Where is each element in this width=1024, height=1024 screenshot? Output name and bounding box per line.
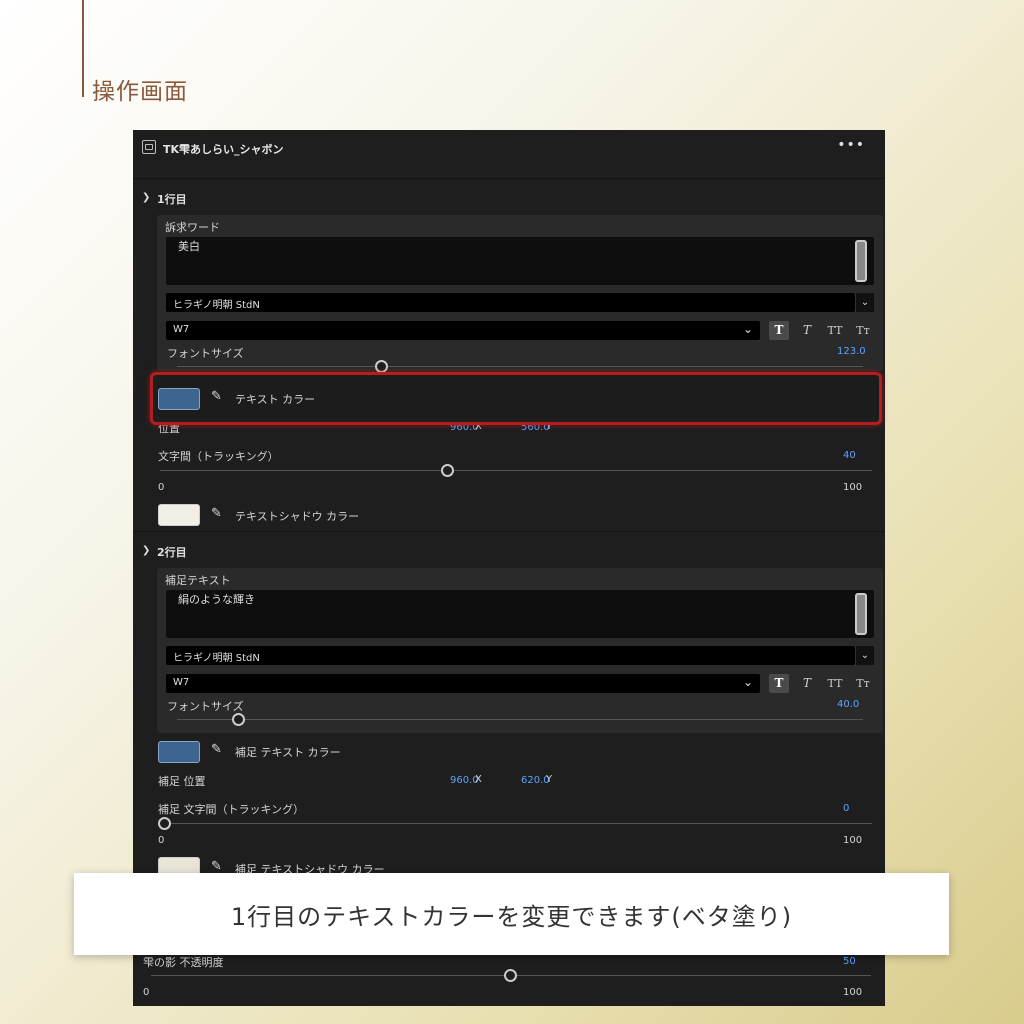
italic-style-button[interactable]: T — [797, 321, 817, 340]
section1-shadow-label: テキストシャドウ カラー — [235, 510, 360, 523]
opacity-label: 雫の影 不透明度 — [143, 956, 224, 969]
section1-scrollbar[interactable] — [855, 240, 867, 282]
y-unit-label: Y — [546, 421, 553, 432]
section2-tracking-slider[interactable] — [158, 817, 171, 830]
section1-tracking-track[interactable] — [160, 470, 872, 471]
section2-tracking-min: 0 — [158, 835, 165, 846]
section2-group-label: 補足テキスト — [165, 574, 231, 587]
small-caps-button[interactable]: Tт — [853, 321, 873, 340]
section2-font-family-dropdown[interactable] — [166, 646, 855, 665]
section1-font-family: ヒラギノ明朝 StdN — [173, 300, 260, 311]
section2-font-weight-dropdown[interactable] — [166, 674, 760, 693]
bold-style-button[interactable]: T — [769, 321, 789, 340]
section1-font-family-dropdown[interactable] — [166, 293, 855, 312]
section2-font-size-slider[interactable] — [232, 713, 245, 726]
divider — [133, 531, 885, 532]
divider — [133, 178, 885, 179]
section1-tracking-label: 文字間（トラッキング） — [158, 450, 279, 463]
panel-title: TK雫あしらい_シャボン — [163, 143, 284, 156]
section1-font-size-label: フォントサイズ — [167, 347, 244, 360]
opacity-min: 0 — [143, 987, 150, 998]
section1-tracking-min: 0 — [158, 482, 165, 493]
section1-shadow-swatch[interactable] — [158, 504, 200, 526]
x-unit-label: X — [475, 774, 482, 785]
section1-header[interactable]: 1行目 — [157, 191, 187, 207]
section2-tracking-track[interactable] — [160, 823, 872, 824]
eyedropper-icon[interactable]: ✎ — [211, 389, 222, 404]
section2-font-size-label: フォントサイズ — [167, 700, 244, 713]
eyedropper-icon[interactable]: ✎ — [211, 506, 222, 521]
section1-font-weight: W7 — [173, 324, 190, 335]
section2-color-label: 補足 テキスト カラー — [235, 746, 341, 759]
page-heading: 操作画面 — [92, 79, 188, 105]
bold-style-button[interactable]: T — [769, 674, 789, 693]
section1-text-input[interactable] — [166, 237, 874, 285]
section2-text-value: 絹のような輝き — [178, 593, 255, 606]
section1-font-weight-dropdown[interactable] — [166, 321, 760, 340]
section2-text-input[interactable] — [166, 590, 874, 638]
opacity-slider[interactable] — [504, 969, 517, 982]
section1-font-size-slider[interactable] — [375, 360, 388, 373]
chevron-down-icon[interactable]: ⌄ — [855, 293, 874, 312]
section2-font-weight: W7 — [173, 677, 190, 688]
opacity-value[interactable]: 50 — [843, 956, 856, 967]
section2-color-swatch[interactable] — [158, 741, 200, 763]
section2-tracking-value[interactable]: 0 — [843, 803, 849, 814]
chevron-down-icon[interactable]: ❯ — [142, 192, 150, 203]
section1-position-label: 位置 — [158, 422, 180, 435]
section1-font-size-track[interactable] — [177, 366, 863, 367]
more-horizontal-icon[interactable]: ••• — [837, 137, 865, 153]
italic-style-button[interactable]: T — [797, 674, 817, 693]
x-unit-label: X — [475, 421, 482, 432]
all-caps-button[interactable]: TT — [825, 674, 845, 693]
section1-text-value: 美白 — [178, 240, 200, 253]
section1-group-label: 訴求ワード — [165, 221, 220, 234]
chevron-down-icon[interactable]: ⌄ — [855, 646, 874, 665]
section2-font-size-value[interactable]: 40.0 — [837, 699, 859, 710]
accent-line — [82, 0, 84, 97]
y-unit-label: Y — [546, 774, 553, 785]
section2-scrollbar[interactable] — [855, 593, 867, 635]
effect-icon — [142, 140, 156, 154]
section1-tracking-slider[interactable] — [441, 464, 454, 477]
all-caps-button[interactable]: TT — [825, 321, 845, 340]
caption-box: 1行目のテキストカラーを変更できます(ベタ塗り) — [74, 873, 949, 955]
section2-tracking-max: 100 — [843, 835, 863, 846]
eyedropper-icon[interactable]: ✎ — [211, 742, 222, 757]
caption-text: 1行目のテキストカラーを変更できます(ベタ塗り) — [230, 902, 793, 931]
section2-font-family: ヒラギノ明朝 StdN — [173, 653, 260, 664]
section1-color-label: テキスト カラー — [235, 393, 316, 406]
opacity-max: 100 — [843, 987, 863, 998]
eyedropper-icon[interactable]: ✎ — [211, 859, 222, 874]
section1-color-swatch[interactable] — [158, 388, 200, 410]
chevron-down-icon[interactable]: ⌄ — [743, 322, 753, 336]
section2-position-label: 補足 位置 — [158, 775, 206, 788]
section2-header[interactable]: 2行目 — [157, 544, 187, 560]
section1-tracking-value[interactable]: 40 — [843, 450, 856, 461]
section2-font-size-track[interactable] — [177, 719, 863, 720]
chevron-down-icon[interactable]: ❯ — [142, 545, 150, 556]
section1-font-size-value[interactable]: 123.0 — [837, 346, 866, 357]
section2-tracking-label: 補足 文字間（トラッキング） — [158, 803, 305, 816]
chevron-down-icon[interactable]: ⌄ — [743, 675, 753, 689]
small-caps-button[interactable]: Tт — [853, 674, 873, 693]
section1-tracking-max: 100 — [843, 482, 863, 493]
